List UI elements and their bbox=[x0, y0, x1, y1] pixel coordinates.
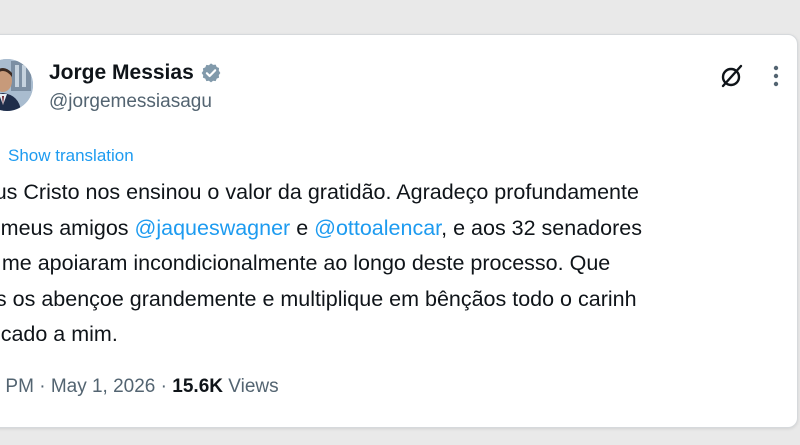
mention-link[interactable]: @ottoalencar bbox=[314, 216, 441, 240]
tweet-actions bbox=[719, 63, 779, 89]
avatar[interactable] bbox=[0, 59, 33, 111]
tweet-date[interactable]: May 1, 2026 bbox=[51, 376, 156, 397]
show-translation-link[interactable]: Show translation bbox=[8, 146, 134, 166]
tweet-text-segment: edicado a mim. bbox=[0, 322, 118, 346]
views-count[interactable]: 15.6K bbox=[172, 376, 223, 397]
tweet-time[interactable]: 12 PM bbox=[0, 376, 34, 397]
tweet-text-line: eus os abençoe grandemente e multiplique… bbox=[0, 282, 797, 318]
views-label: Views bbox=[228, 376, 279, 397]
mention-link[interactable]: @jaqueswagner bbox=[135, 216, 291, 240]
tweet-text-segment: esus Cristo nos ensinou o valor da grati… bbox=[0, 180, 639, 204]
tweet-text: esus Cristo nos ensinou o valor da grati… bbox=[0, 175, 797, 353]
meta-separator: · bbox=[160, 376, 167, 397]
tweet-text-line: ue me apoiaram incondicionalmente ao lon… bbox=[0, 246, 797, 282]
verified-badge-icon bbox=[201, 63, 221, 83]
tweet-text-segment: eus os abençoe grandemente e multiplique… bbox=[0, 286, 637, 311]
tweet-text-line: os meus amigos @jaqueswagner e @ottoalen… bbox=[0, 211, 797, 247]
tweet-text-segment: e bbox=[290, 215, 315, 240]
tweet-text-segment: os meus amigos bbox=[0, 215, 129, 240]
meta-separator: · bbox=[39, 376, 46, 397]
author-display-name[interactable]: Jorge Messias bbox=[49, 61, 194, 85]
author-name-row: Jorge Messias bbox=[49, 61, 222, 85]
tweet-text-line: esus Cristo nos ensinou o valor da grati… bbox=[0, 175, 797, 211]
avatar-image bbox=[0, 59, 33, 111]
tweet-text-segment: , e aos 32 senadores bbox=[441, 215, 642, 240]
grok-icon[interactable] bbox=[719, 63, 745, 89]
tweet-card: Jorge Messias @jorgemessiasagu Show tran… bbox=[0, 34, 798, 428]
author-handle[interactable]: @jorgemessiasagu bbox=[49, 91, 212, 113]
more-options-icon[interactable] bbox=[773, 65, 779, 87]
tweet-meta: 12 PM · May 1, 2026 · 15.6K Views bbox=[0, 376, 279, 398]
tweet-text-line: edicado a mim. bbox=[0, 317, 797, 353]
tweet-text-segment: ue me apoiaram incondicionalmente ao lon… bbox=[0, 251, 611, 275]
